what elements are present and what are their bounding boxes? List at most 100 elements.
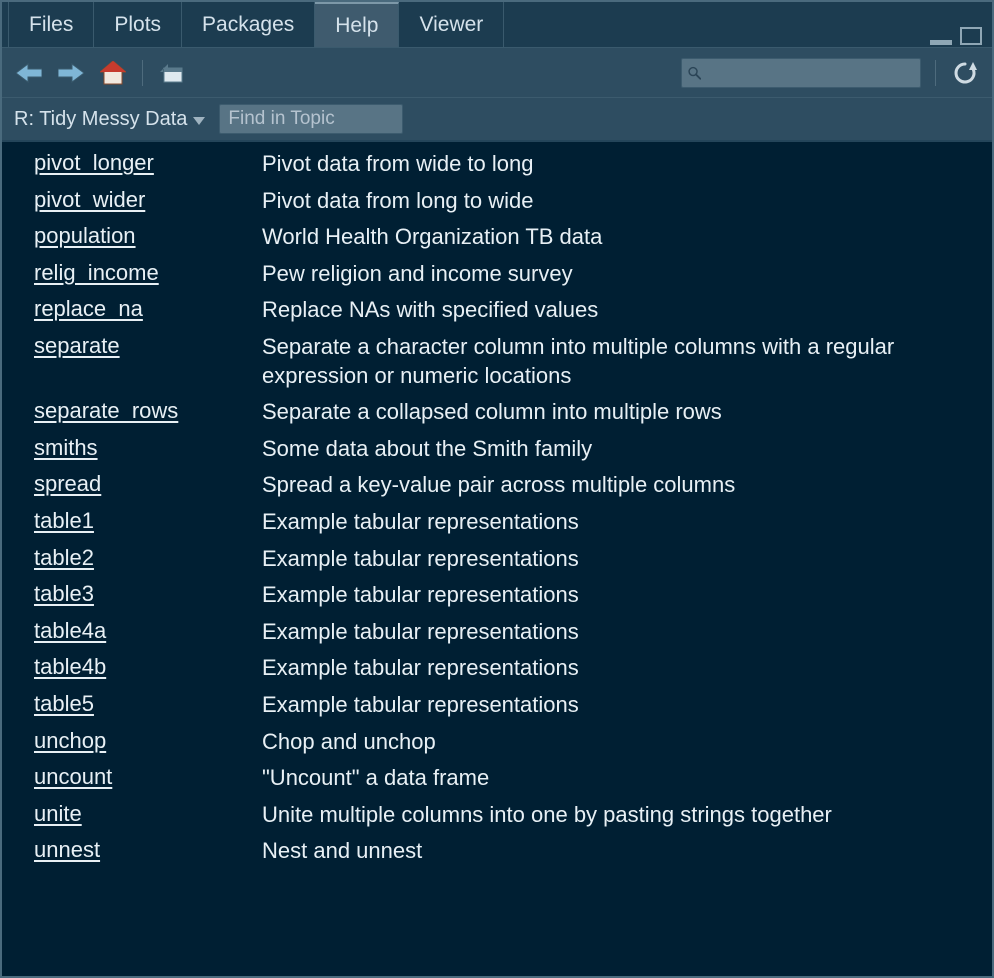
help-topic-description: Unite multiple columns into one by pasti… (262, 801, 972, 830)
help-topic-row: pivot_widerPivot data from long to wide (2, 183, 992, 220)
help-search-input[interactable] (707, 64, 914, 82)
tab-label: Help (335, 14, 378, 38)
help-topic-description: Replace NAs with specified values (262, 296, 972, 325)
help-topic-link[interactable]: table2 (34, 545, 94, 570)
help-topic-link[interactable]: pivot_wider (34, 187, 145, 212)
help-topic-fn-cell: table4a (34, 618, 252, 644)
help-topic-fn-cell: pivot_longer (34, 150, 252, 176)
help-topic-description: Some data about the Smith family (262, 435, 972, 464)
help-topic-row: table4bExample tabular representations (2, 650, 992, 687)
minimize-icon[interactable] (930, 29, 952, 45)
breadcrumb-label: R: Tidy Messy Data (14, 108, 187, 131)
help-content[interactable]: pivot_longerPivot data from wide to long… (2, 142, 992, 976)
help-topic-link[interactable]: table1 (34, 508, 94, 533)
help-topic-description: Spread a key-value pair across multiple … (262, 471, 972, 500)
help-topic-fn-cell: smiths (34, 435, 252, 461)
help-topic-row: pivot_longerPivot data from wide to long (2, 146, 992, 183)
find-in-topic-box[interactable] (219, 104, 403, 134)
help-topic-description: Example tabular representations (262, 691, 972, 720)
tab-help[interactable]: Help (315, 2, 399, 47)
help-topic-description: Separate a collapsed column into multipl… (262, 398, 972, 427)
help-topic-link[interactable]: population (34, 223, 136, 248)
tab-plots[interactable]: Plots (94, 2, 182, 47)
help-topic-fn-cell: uncount (34, 764, 252, 790)
help-topic-link[interactable]: smiths (34, 435, 98, 460)
help-topic-link[interactable]: unnest (34, 837, 100, 862)
help-topic-fn-cell: table4b (34, 654, 252, 680)
toolbar-separator (935, 60, 936, 86)
help-topic-description: Example tabular representations (262, 581, 972, 610)
find-in-topic-input[interactable] (228, 108, 473, 130)
help-search-box[interactable] (681, 58, 921, 88)
help-topic-link[interactable]: table3 (34, 581, 94, 606)
tab-packages[interactable]: Packages (182, 2, 315, 47)
help-topic-fn-cell: spread (34, 471, 252, 497)
help-topic-fn-cell: replace_na (34, 296, 252, 322)
open-new-window-button[interactable] (157, 58, 187, 88)
help-topic-fn-cell: unnest (34, 837, 252, 863)
search-icon (688, 64, 701, 82)
help-topic-description: Example tabular representations (262, 545, 972, 574)
help-topic-row: table4a Example tabular representations (2, 614, 992, 651)
refresh-icon (953, 61, 977, 85)
tab-label: Packages (202, 13, 294, 37)
help-topic-link[interactable]: unchop (34, 728, 106, 753)
help-topic-row: table1 Example tabular representations (2, 504, 992, 541)
chevron-down-icon (193, 108, 205, 131)
help-topic-row: relig_income Pew religion and income surv… (2, 256, 992, 293)
help-topic-row: table5 Example tabular representations (2, 687, 992, 724)
help-topic-link[interactable]: unite (34, 801, 82, 826)
help-topic-link[interactable]: pivot_longer (34, 150, 154, 175)
tab-files[interactable]: Files (8, 2, 94, 47)
help-topic-fn-cell: unite (34, 801, 252, 827)
forward-button[interactable] (56, 58, 86, 88)
help-topic-fn-cell: pivot_wider (34, 187, 252, 213)
help-topic-fn-cell: table3 (34, 581, 252, 607)
home-icon (100, 61, 126, 85)
help-topic-link[interactable]: spread (34, 471, 101, 496)
help-topic-row: uncount "Uncount" a data frame (2, 760, 992, 797)
help-topic-fn-cell: relig_income (34, 260, 252, 286)
tab-viewer[interactable]: Viewer (399, 2, 504, 47)
help-topic-description: Example tabular representations (262, 508, 972, 537)
window-controls (930, 27, 982, 45)
help-topic-fn-cell: unchop (34, 728, 252, 754)
help-topic-link[interactable]: uncount (34, 764, 112, 789)
help-topic-row: separate_rows Separate a collapsed column… (2, 394, 992, 431)
help-topic-row: spread Spread a key-value pair across mul… (2, 467, 992, 504)
help-topic-fn-cell: table5 (34, 691, 252, 717)
help-topic-link[interactable]: replace_na (34, 296, 143, 321)
help-topic-link[interactable]: separate (34, 333, 120, 358)
help-topic-row: unnest Nest and unnest (2, 833, 992, 870)
help-topic-description: Example tabular representations (262, 618, 972, 647)
help-topic-description: "Uncount" a data frame (262, 764, 972, 793)
help-topic-row: smiths Some data about the Smith family (2, 431, 992, 468)
help-topic-fn-cell: separate (34, 333, 252, 359)
help-topic-fn-cell: population (34, 223, 252, 249)
help-breadcrumb-bar: R: Tidy Messy Data (2, 98, 992, 142)
help-topic-description: Separate a character column into multipl… (262, 333, 972, 390)
help-topic-description: Pew religion and income survey (262, 260, 972, 289)
back-button[interactable] (14, 58, 44, 88)
help-topic-fn-cell: table2 (34, 545, 252, 571)
help-pane: Files Plots Packages Help Viewer (0, 0, 994, 978)
help-breadcrumb[interactable]: R: Tidy Messy Data (14, 108, 205, 131)
help-topic-link[interactable]: separate_rows (34, 398, 178, 423)
refresh-button[interactable] (950, 58, 980, 88)
help-topic-row: replace_na Replace NAs with specified val… (2, 292, 992, 329)
tab-label: Files (29, 13, 73, 37)
toolbar-separator (142, 60, 143, 86)
arrow-right-icon (58, 62, 84, 84)
help-topic-description: Chop and unchop (262, 728, 972, 757)
home-button[interactable] (98, 58, 128, 88)
popout-icon (160, 62, 184, 84)
help-topic-description: Nest and unnest (262, 837, 972, 866)
help-topic-link[interactable]: table4a (34, 618, 106, 643)
pane-tabbar: Files Plots Packages Help Viewer (2, 2, 992, 48)
help-toolbar (2, 48, 992, 98)
help-topic-link[interactable]: relig_income (34, 260, 159, 285)
help-topic-fn-cell: table1 (34, 508, 252, 534)
maximize-icon[interactable] (960, 27, 982, 45)
help-topic-link[interactable]: table5 (34, 691, 94, 716)
help-topic-link[interactable]: table4b (34, 654, 106, 679)
